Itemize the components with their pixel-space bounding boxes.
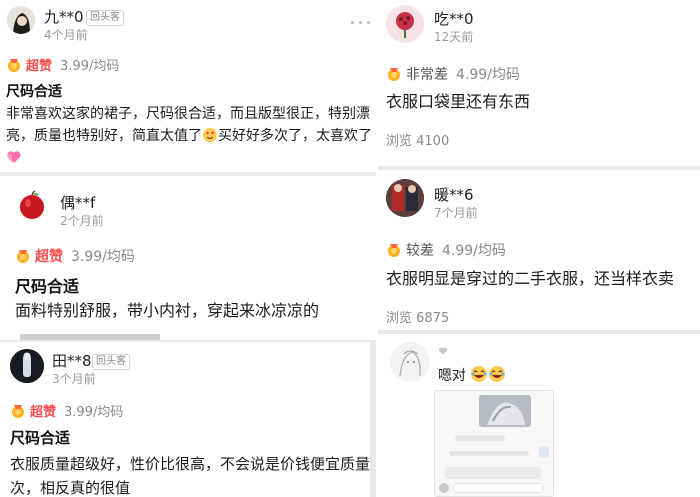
- rating-label: 超赞: [35, 249, 63, 265]
- rating-score: 3.99/均码: [71, 249, 135, 265]
- review-body-text: 买好好多次了，太喜欢了: [218, 128, 372, 144]
- rating-label: 超赞: [30, 405, 57, 420]
- rating-score: 4.99/均码: [456, 67, 520, 83]
- review-body: 衣服明显是穿过的二手衣服，还当样衣卖: [386, 269, 675, 288]
- love-face-emoji: [203, 128, 217, 142]
- comment-text: 嗯对: [438, 368, 466, 384]
- review-time: 4个月前: [44, 28, 88, 42]
- attached-chat-screenshot[interactable]: [434, 390, 554, 497]
- review-body-line: 非常喜欢这家的裙子，尺码很合适，而且版型很正，特别漂: [6, 106, 370, 122]
- review-card-1: 九**0 回头客 4个月前 超赞 3.99/均码 尺码合适 非常喜欢这家的裙子，…: [0, 0, 378, 172]
- review-body-text: 亮，质量也特别好，简直太值了: [6, 128, 202, 144]
- review-body: 非常喜欢这家的裙子，尺码很合适，而且版型很正，特别漂 亮，质量也特别好，简直太值…: [6, 103, 372, 169]
- rating-row: 超赞 3.99/均码: [6, 55, 119, 74]
- user-name[interactable]: 吃**0: [434, 8, 474, 29]
- rating-score: 4.99/均码: [442, 243, 506, 259]
- user-avatar[interactable]: [386, 5, 424, 43]
- comment-card: 嗯对: [376, 334, 700, 497]
- review-title: 尺码合适: [6, 84, 62, 100]
- returning-customer-badge: 回头客: [92, 354, 130, 370]
- review-title: 尺码合适: [10, 429, 71, 447]
- review-body: 衣服质量超级好，性价比很高，不会说是价钱便宜质量就很 次，相反真的很值: [10, 452, 370, 497]
- user-avatar[interactable]: [17, 190, 47, 220]
- rating-score: 3.99/均码: [64, 405, 124, 420]
- medal-icon: [12, 404, 24, 418]
- review-title: 尺码合适: [15, 277, 80, 296]
- chat-bubble: [539, 447, 549, 457]
- view-count: 浏览 4100: [386, 134, 450, 149]
- view-count: 浏览 6875: [386, 311, 450, 326]
- chat-image-thumbnail: [479, 395, 531, 427]
- user-avatar[interactable]: [10, 349, 44, 383]
- review-time: 12天前: [434, 30, 474, 44]
- user-name[interactable]: 偶**f: [60, 192, 95, 213]
- review-time: 3个月前: [52, 372, 96, 386]
- review-time: 7个月前: [434, 206, 478, 220]
- media-strip: [20, 334, 160, 340]
- heart-icon: [7, 151, 21, 163]
- chat-bubble: [449, 451, 529, 456]
- medal-icon: [17, 250, 29, 263]
- heart-icon: [438, 347, 448, 355]
- laughing-emoji: [471, 366, 488, 382]
- laughing-emoji: [489, 366, 506, 382]
- chat-avatar: [439, 483, 449, 493]
- user-name[interactable]: 暖**6: [434, 184, 474, 205]
- user-avatar[interactable]: [390, 342, 430, 382]
- chat-bubble: [445, 467, 541, 479]
- review-time: 2个月前: [60, 214, 104, 228]
- review-body-line: 衣服质量超级好，性价比很高，不会说是价钱便宜质量就很: [10, 455, 370, 473]
- review-body-line: 次，相反真的很值: [10, 479, 131, 497]
- rating-row: 较差 4.99/均码: [386, 240, 506, 260]
- comment-body: 嗯对: [438, 364, 506, 388]
- review-body: 衣服口袋里还有东西: [386, 92, 531, 111]
- user-name[interactable]: 九**0: [44, 6, 84, 27]
- medal-icon: [8, 58, 20, 72]
- review-card-3: 田**8 回头客 3个月前 超赞 3.99/均码 尺码合适 衣服质量超级好，性价…: [0, 342, 370, 497]
- user-avatar[interactable]: [386, 179, 424, 217]
- review-card-2: 偶**f 2个月前 超赞 3.99/均码 尺码合适 面料特别舒服，带小内衬，穿起…: [0, 176, 378, 340]
- review-body-line: 亮，质量也特别好，简直太值了 买好好多次了，太喜欢了: [6, 125, 372, 147]
- review-card-4: 吃**0 12天前 非常差 4.99/均码 衣服口袋里还有东西 浏览 4100: [376, 0, 700, 166]
- rating-row: 超赞 3.99/均码: [15, 246, 135, 266]
- rating-score: 3.99/均码: [60, 59, 120, 74]
- chat-bubble: [455, 435, 505, 441]
- user-name[interactable]: 田**8: [52, 350, 92, 371]
- more-dots-icon[interactable]: [351, 21, 370, 24]
- user-avatar[interactable]: [7, 6, 35, 34]
- rating-label: 较差: [406, 243, 434, 259]
- medal-icon: [388, 68, 400, 81]
- returning-customer-badge: 回头客: [86, 10, 124, 26]
- review-body: 面料特别舒服，带小内衬，穿起来冰凉凉的: [15, 301, 320, 320]
- chat-bubble: [453, 483, 543, 493]
- rating-row: 非常差 4.99/均码: [386, 64, 520, 84]
- rating-row: 超赞 3.99/均码: [10, 401, 123, 420]
- review-card-5: 暖**6 7个月前 较差 4.99/均码 衣服明显是穿过的二手衣服，还当样衣卖 …: [376, 170, 700, 330]
- rating-label: 非常差: [406, 67, 448, 83]
- rating-label: 超赞: [26, 59, 53, 74]
- medal-icon: [388, 244, 400, 257]
